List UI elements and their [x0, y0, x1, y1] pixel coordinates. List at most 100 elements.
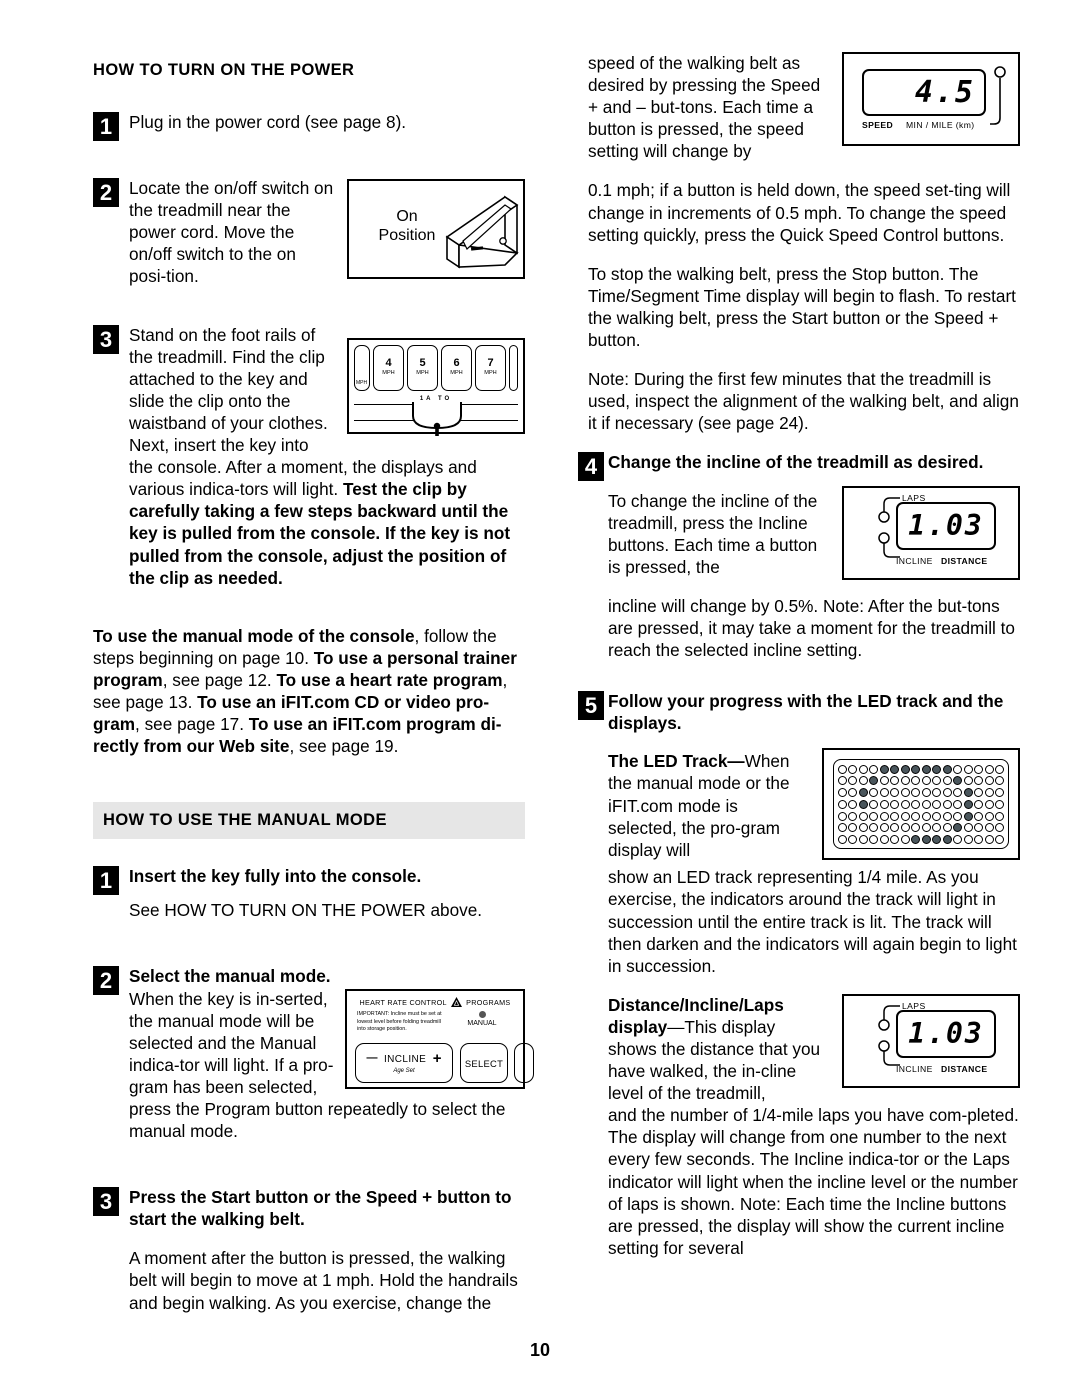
led-dot-off	[869, 811, 879, 821]
page-number: 10	[529, 1340, 551, 1360]
partial-button[interactable]	[514, 1043, 534, 1084]
speed-key[interactable]: 4 MPH	[373, 344, 404, 391]
led-dot-off	[900, 799, 910, 809]
led-dot-off	[858, 776, 868, 786]
distance-display-paragraph-rest: and the number of 1/4-mile laps you have…	[608, 1105, 1019, 1258]
section-heading-manual-mode: HOW TO USE THE MANUAL MODE	[93, 802, 525, 840]
mode-text-4: , see page 17.	[135, 714, 249, 735]
led-dot-off	[942, 811, 952, 821]
step-body: Plug in the power cord (see page 8).	[93, 111, 525, 133]
manual-indicator: MANUAL	[459, 1011, 505, 1027]
manual-page: HOW TO TURN ON THE POWER 1 Plug in the p…	[0, 0, 1080, 1397]
step-body: On Position Locate the on/off switch on …	[93, 177, 525, 287]
led-dot-off	[932, 788, 942, 798]
speed-key-unit: MPH	[382, 369, 395, 376]
speed-key-unit: MPH	[416, 369, 429, 376]
led-dot-off	[890, 811, 900, 821]
led-dot-off	[890, 823, 900, 833]
step-number: 1	[93, 866, 119, 896]
led-dot-lit	[921, 834, 931, 844]
led-dot-off	[921, 823, 931, 833]
led-dot-off	[974, 776, 984, 786]
led-dot-lit	[858, 788, 868, 798]
speed-display-screen: 4.5	[862, 69, 986, 116]
switch-label-line1: On	[396, 208, 418, 226]
speed-indicator-pointer-icon	[990, 66, 1006, 125]
laps-incline-indicator-icon	[878, 496, 900, 558]
step-1-power: 1 Plug in the power cord (see page 8).	[93, 111, 525, 141]
led-dot-off	[900, 776, 910, 786]
left-column: HOW TO TURN ON THE POWER 1 Plug in the p…	[93, 52, 534, 1330]
speed-key[interactable]: 7 MPH	[475, 344, 506, 391]
led-dot-off	[848, 811, 858, 821]
switch-label-line2: Position	[378, 227, 436, 245]
led-dot-off	[932, 823, 942, 833]
step-heading: Change the incline of the treadmill as d…	[608, 452, 984, 473]
right-column: 4.5 SPEED MIN / MILE (km) speed of the w…	[578, 52, 1020, 1276]
led-dot-off	[995, 764, 1005, 774]
led-dot-off	[911, 799, 921, 809]
programs-label: PROGRAMS	[466, 998, 511, 1008]
led-dot-off	[848, 776, 858, 786]
led-dot-off	[879, 834, 889, 844]
led-dot-off	[869, 834, 879, 844]
speed-key-partial[interactable]: MPH	[354, 344, 370, 391]
step-text: A moment after the button is pressed, th…	[129, 1248, 518, 1313]
stop-paragraph: To stop the walking belt, press the Stop…	[588, 263, 1016, 351]
led-dot-lit	[911, 764, 921, 774]
distance-label: DISTANCE	[941, 1063, 988, 1074]
led-dot-off	[858, 811, 868, 821]
step-body: Insert the key fully into the console. S…	[93, 865, 525, 921]
step-3-manual: 3 Press the Start button or the Speed + …	[93, 1186, 525, 1313]
led-dot-off	[995, 788, 1005, 798]
led-dot-off	[837, 788, 847, 798]
led-dot-lit	[869, 776, 879, 786]
led-dot-off	[858, 834, 868, 844]
incline-button[interactable]: — INCLINE + Age Set	[355, 1043, 453, 1084]
step-2-power: 2 On Position Locate the on/off switch o…	[93, 177, 525, 287]
rocker-switch-icon	[445, 195, 519, 269]
led-dot-off	[837, 823, 847, 833]
led-dot-off	[984, 764, 994, 774]
step-body: Press the Start button or the Speed + bu…	[93, 1186, 525, 1313]
distance-display-figure-2: 1.03 LAPS INCLINE DISTANCE	[842, 993, 1020, 1088]
led-dot-off	[942, 776, 952, 786]
led-dot-off	[942, 788, 952, 798]
led-dot-off	[848, 834, 858, 844]
led-dot-off	[869, 764, 879, 774]
step-5: 5 Follow your progress with the LED trac…	[578, 690, 1020, 1259]
section-title: HOW TO USE THE MANUAL MODE	[103, 811, 387, 830]
step-number: 2	[93, 178, 119, 208]
led-dot-off	[932, 799, 942, 809]
led-dot-off	[921, 788, 931, 798]
led-dot-off	[858, 823, 868, 833]
speed-key[interactable]: 5 MPH	[407, 344, 438, 391]
speed-key-value: 6	[453, 356, 460, 369]
led-dot-off	[911, 776, 921, 786]
led-dot-off	[837, 811, 847, 821]
console-warning-text: IMPORTANT: Incline must be set at lowest…	[357, 1011, 442, 1032]
led-dot-off	[984, 811, 994, 821]
step-heading: Select the manual mode.	[129, 966, 331, 987]
speed-key-partial[interactable]	[509, 344, 518, 391]
led-dot-lit	[963, 811, 973, 821]
led-dot-lit	[963, 788, 973, 798]
step-body: Follow your progress with the LED track …	[578, 690, 1020, 1259]
select-button[interactable]: SELECT	[460, 1043, 508, 1084]
manual-indicator-led-icon	[478, 1011, 486, 1019]
led-dot-off	[953, 764, 963, 774]
led-dot-off	[848, 799, 858, 809]
led-dot-off	[869, 823, 879, 833]
led-dot-off	[921, 811, 931, 821]
mode-text-2: , see page 12.	[162, 669, 277, 690]
led-dot-off	[911, 823, 921, 833]
speed-key[interactable]: 6 MPH	[441, 344, 472, 391]
led-dot-off	[848, 764, 858, 774]
step-4: 4 Change the incline of the treadmill as…	[578, 451, 1020, 661]
led-dot-off	[900, 788, 910, 798]
led-dot-off	[932, 776, 942, 786]
warning-triangle-icon	[450, 997, 462, 1009]
led-dot-lit	[942, 834, 952, 844]
speed-paragraph-rest: 0.1 mph; if a button is held down, the s…	[588, 180, 1011, 245]
led-dot-off	[890, 799, 900, 809]
